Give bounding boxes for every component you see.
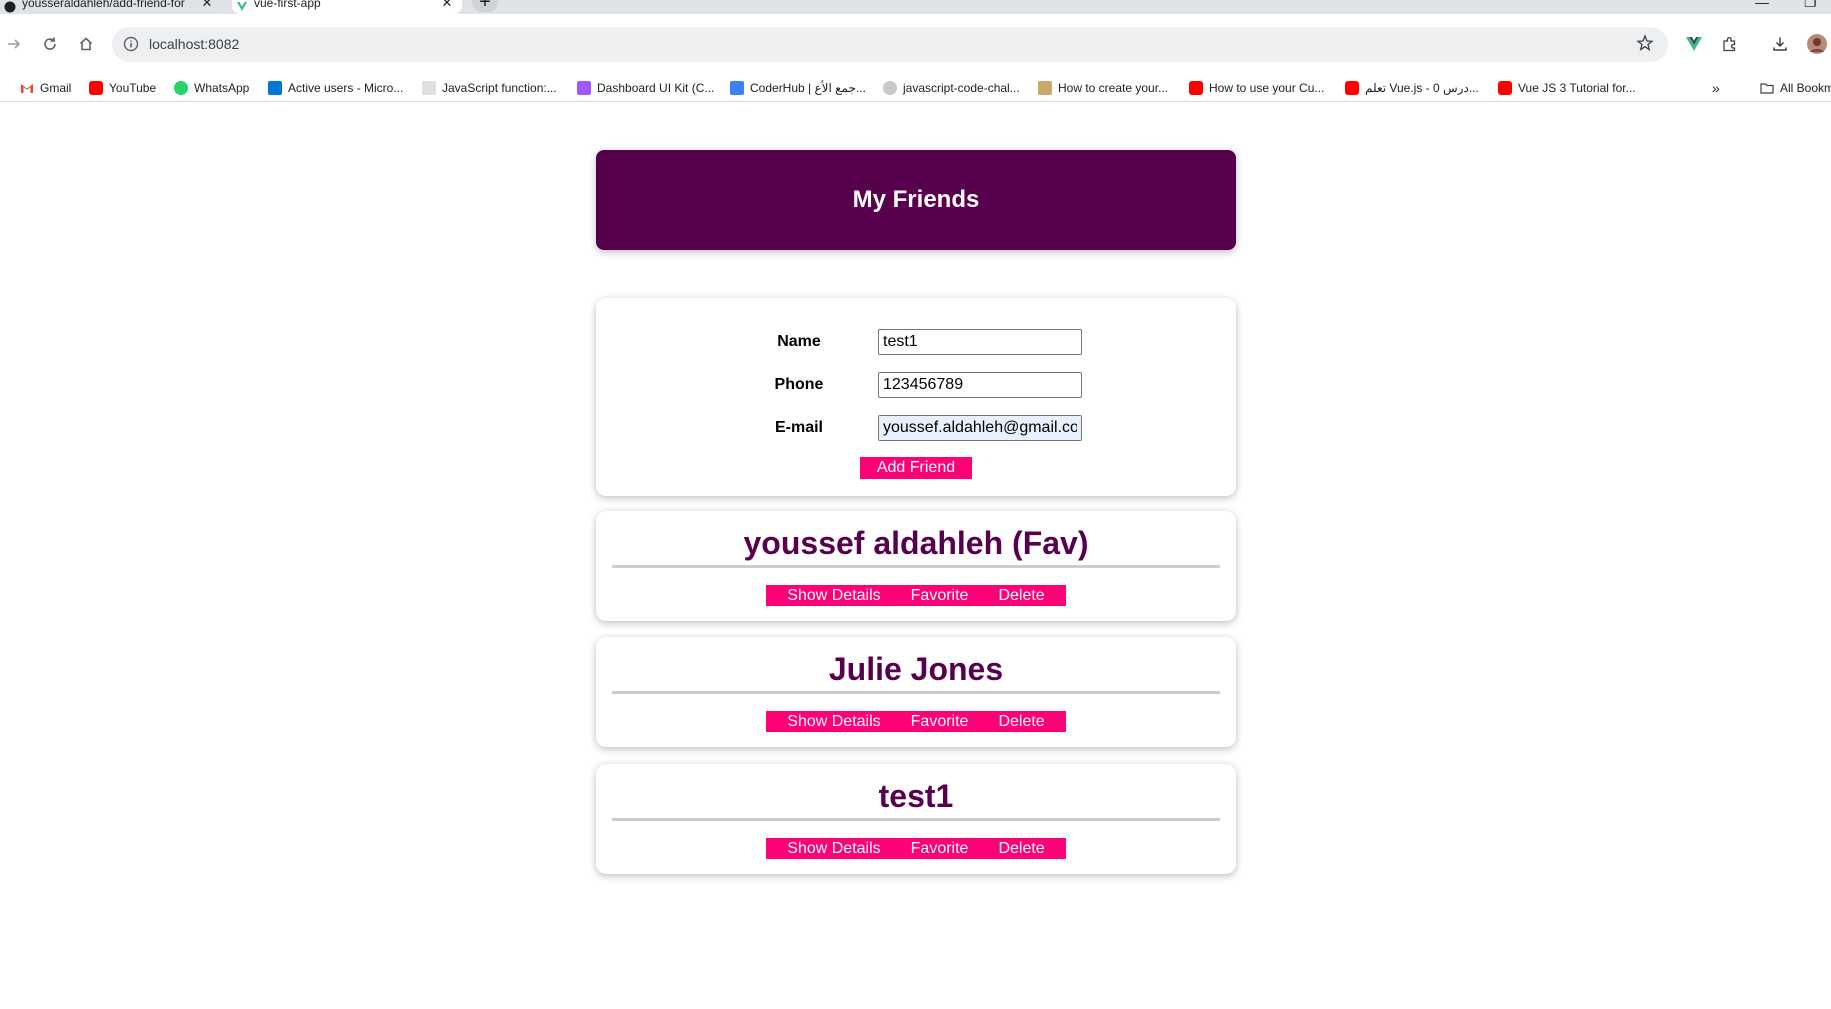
question-icon: [1038, 80, 1052, 95]
delete-button[interactable]: Delete: [983, 711, 1060, 732]
friend-actions: Show Details Favorite Delete: [766, 585, 1066, 606]
friend-actions: Show Details Favorite Delete: [766, 838, 1066, 859]
vue-devtools-icon[interactable]: [1682, 32, 1706, 56]
email-input[interactable]: [878, 415, 1082, 441]
name-row: Name: [596, 329, 1236, 357]
youtube-icon: [1498, 80, 1512, 95]
bookmark-star-icon[interactable]: [1636, 34, 1654, 57]
tab-title: yousseraldahleh/add-friend-for: [22, 0, 185, 10]
tab-title: vue-first-app: [254, 0, 321, 10]
phone-input[interactable]: [878, 372, 1082, 398]
tab-strip: yousseraldahleh/add-friend-for ✕ vue-fir…: [0, 0, 1831, 14]
restore-icon[interactable]: ❐: [1804, 0, 1817, 11]
favorite-button[interactable]: Favorite: [895, 711, 984, 732]
friend-actions: Show Details Favorite Delete: [766, 711, 1066, 732]
browser-toolbar: localhost:8082: [0, 14, 1831, 74]
whatsapp-icon: [174, 80, 188, 95]
url-text: localhost:8082: [149, 36, 240, 52]
bookmark-item[interactable]: javascript-code-chal...: [883, 79, 1020, 96]
bookmark-item[interactable]: How to use your Cu...: [1189, 79, 1324, 96]
email-row: E-mail: [596, 415, 1236, 443]
all-bookmarks-folder[interactable]: All Bookmarks: [1760, 79, 1831, 96]
add-friend-button[interactable]: Add Friend: [860, 457, 972, 479]
name-label: Name: [777, 333, 821, 350]
new-tab-button[interactable]: +: [472, 0, 498, 12]
reload-icon[interactable]: [36, 30, 64, 58]
download-icon[interactable]: [1768, 32, 1792, 56]
figma-icon: [577, 80, 591, 95]
delete-button[interactable]: Delete: [983, 585, 1060, 606]
friend-card: test1 Show Details Favorite Delete: [596, 764, 1236, 874]
youtube-icon: [89, 80, 103, 95]
app-header: My Friends: [596, 150, 1236, 250]
coderhub-icon: [730, 80, 744, 95]
divider: [612, 818, 1220, 821]
extensions-icon[interactable]: [1718, 32, 1742, 56]
favorite-button[interactable]: Favorite: [895, 585, 984, 606]
email-label: E-mail: [774, 419, 823, 436]
profile-avatar-icon[interactable]: [1805, 32, 1829, 56]
friend-card: Julie Jones Show Details Favorite Delete: [596, 637, 1236, 747]
phone-row: Phone: [596, 372, 1236, 400]
minimize-icon[interactable]: —: [1755, 0, 1769, 10]
bookmark-item[interactable]: WhatsApp: [174, 79, 249, 96]
show-details-button[interactable]: Show Details: [772, 838, 896, 859]
friend-name: Julie Jones: [828, 651, 1004, 687]
youtube-icon: [1345, 80, 1359, 95]
phone-label: Phone: [774, 376, 824, 393]
gmail-icon: [20, 81, 34, 95]
tab-vue-app[interactable]: vue-first-app ✕: [232, 0, 462, 14]
divider: [612, 691, 1220, 694]
bookmark-item[interactable]: CoderHub | جمع الأع...: [730, 79, 866, 96]
bookmark-item[interactable]: Dashboard UI Kit (C...: [577, 79, 714, 96]
bookmark-item[interactable]: Gmail: [20, 79, 71, 96]
bookmark-item[interactable]: YouTube: [89, 79, 156, 96]
favorite-button[interactable]: Favorite: [895, 838, 984, 859]
bookmark-item[interactable]: JavaScript function:...: [422, 79, 557, 96]
page-title: My Friends: [852, 186, 980, 213]
friend-card: youssef aldahleh (Fav) Show Details Favo…: [596, 511, 1236, 621]
folder-icon: [1760, 81, 1774, 95]
close-tab-icon[interactable]: ✕: [200, 0, 214, 11]
site-info-icon[interactable]: [120, 33, 142, 55]
bookmark-item[interactable]: How to create your...: [1038, 79, 1168, 96]
github-icon: [4, 1, 16, 13]
github-icon: [883, 80, 897, 95]
bookmark-item[interactable]: Vue JS 3 Tutorial for...: [1498, 79, 1636, 96]
name-input[interactable]: [878, 329, 1082, 355]
add-friend-form: Name Phone E-mail Add Friend: [596, 298, 1236, 496]
divider: [612, 565, 1220, 568]
more-bookmarks-icon[interactable]: »: [1712, 79, 1720, 96]
friend-name: youssef aldahleh (Fav): [743, 525, 1089, 561]
friend-name: test1: [878, 778, 954, 814]
vue-icon: [236, 1, 248, 13]
azure-icon: [268, 80, 282, 95]
w3schools-icon: [422, 80, 436, 95]
forward-icon[interactable]: [0, 30, 28, 58]
close-tab-icon[interactable]: ✕: [440, 0, 454, 11]
bookmark-item[interactable]: Active users - Micro...: [268, 79, 403, 96]
address-bar[interactable]: localhost:8082: [112, 27, 1668, 62]
show-details-button[interactable]: Show Details: [772, 585, 896, 606]
home-icon[interactable]: [72, 30, 100, 58]
tab-github[interactable]: yousseraldahleh/add-friend-for ✕: [0, 0, 222, 14]
bookmark-item[interactable]: تعلم Vue.js - درس 0...: [1345, 79, 1479, 96]
delete-button[interactable]: Delete: [983, 838, 1060, 859]
youtube-icon: [1189, 80, 1203, 95]
show-details-button[interactable]: Show Details: [772, 711, 896, 732]
bookmarks-bar: Gmail YouTube WhatsApp Active users - Mi…: [0, 74, 1831, 102]
